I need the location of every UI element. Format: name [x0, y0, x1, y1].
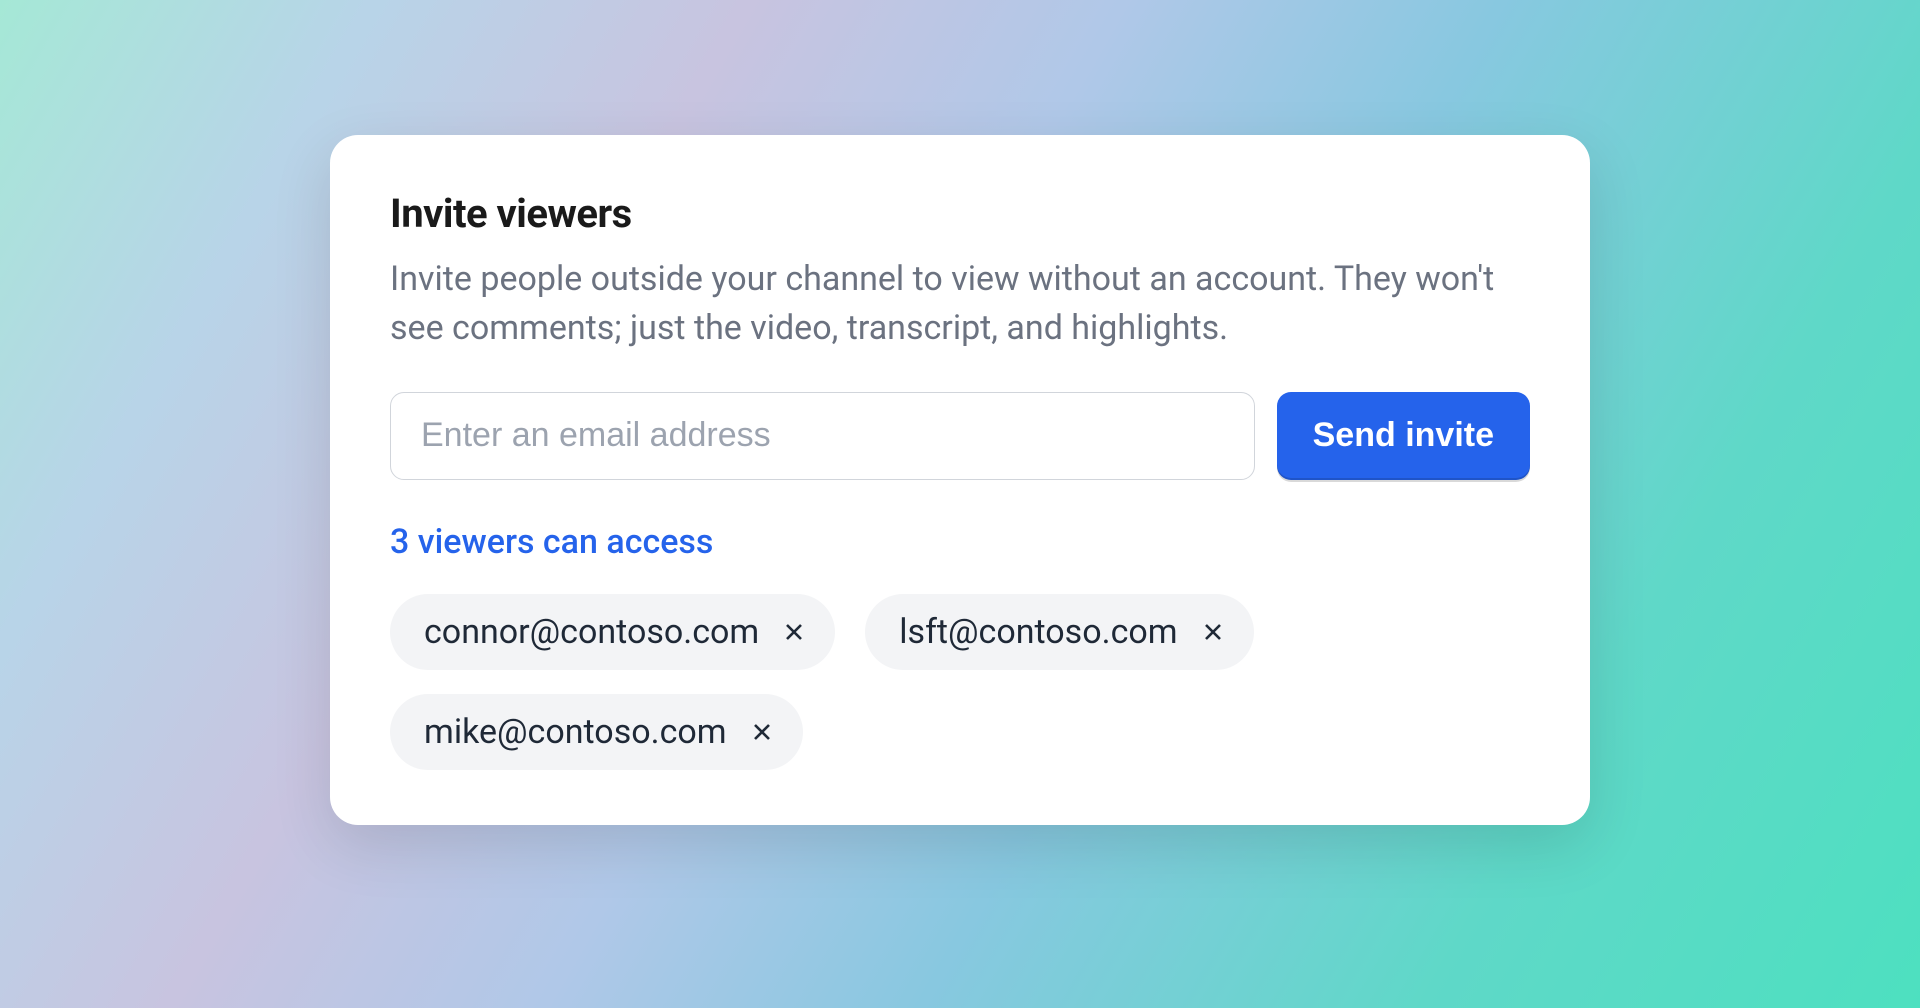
viewer-chip-label: mike@contoso.com: [424, 712, 727, 752]
viewer-chip-label: lsft@contoso.com: [899, 612, 1177, 652]
close-icon[interactable]: [781, 619, 807, 645]
invite-viewers-card: Invite viewers Invite people outside you…: [330, 135, 1590, 825]
send-invite-button[interactable]: Send invite: [1277, 392, 1530, 480]
card-title: Invite viewers: [390, 190, 1530, 237]
invite-input-row: Send invite: [390, 392, 1530, 480]
email-input[interactable]: [390, 392, 1255, 480]
close-icon[interactable]: [1200, 619, 1226, 645]
viewer-chip: lsft@contoso.com: [865, 594, 1253, 670]
close-icon[interactable]: [749, 719, 775, 745]
viewers-access-link[interactable]: 3 viewers can access: [390, 522, 713, 562]
card-description: Invite people outside your channel to vi…: [390, 255, 1530, 354]
viewer-chip: connor@contoso.com: [390, 594, 835, 670]
viewer-chip-label: connor@contoso.com: [424, 612, 759, 652]
viewer-chip: mike@contoso.com: [390, 694, 803, 770]
viewer-chips-container: connor@contoso.com lsft@contoso.com mike…: [390, 594, 1530, 770]
